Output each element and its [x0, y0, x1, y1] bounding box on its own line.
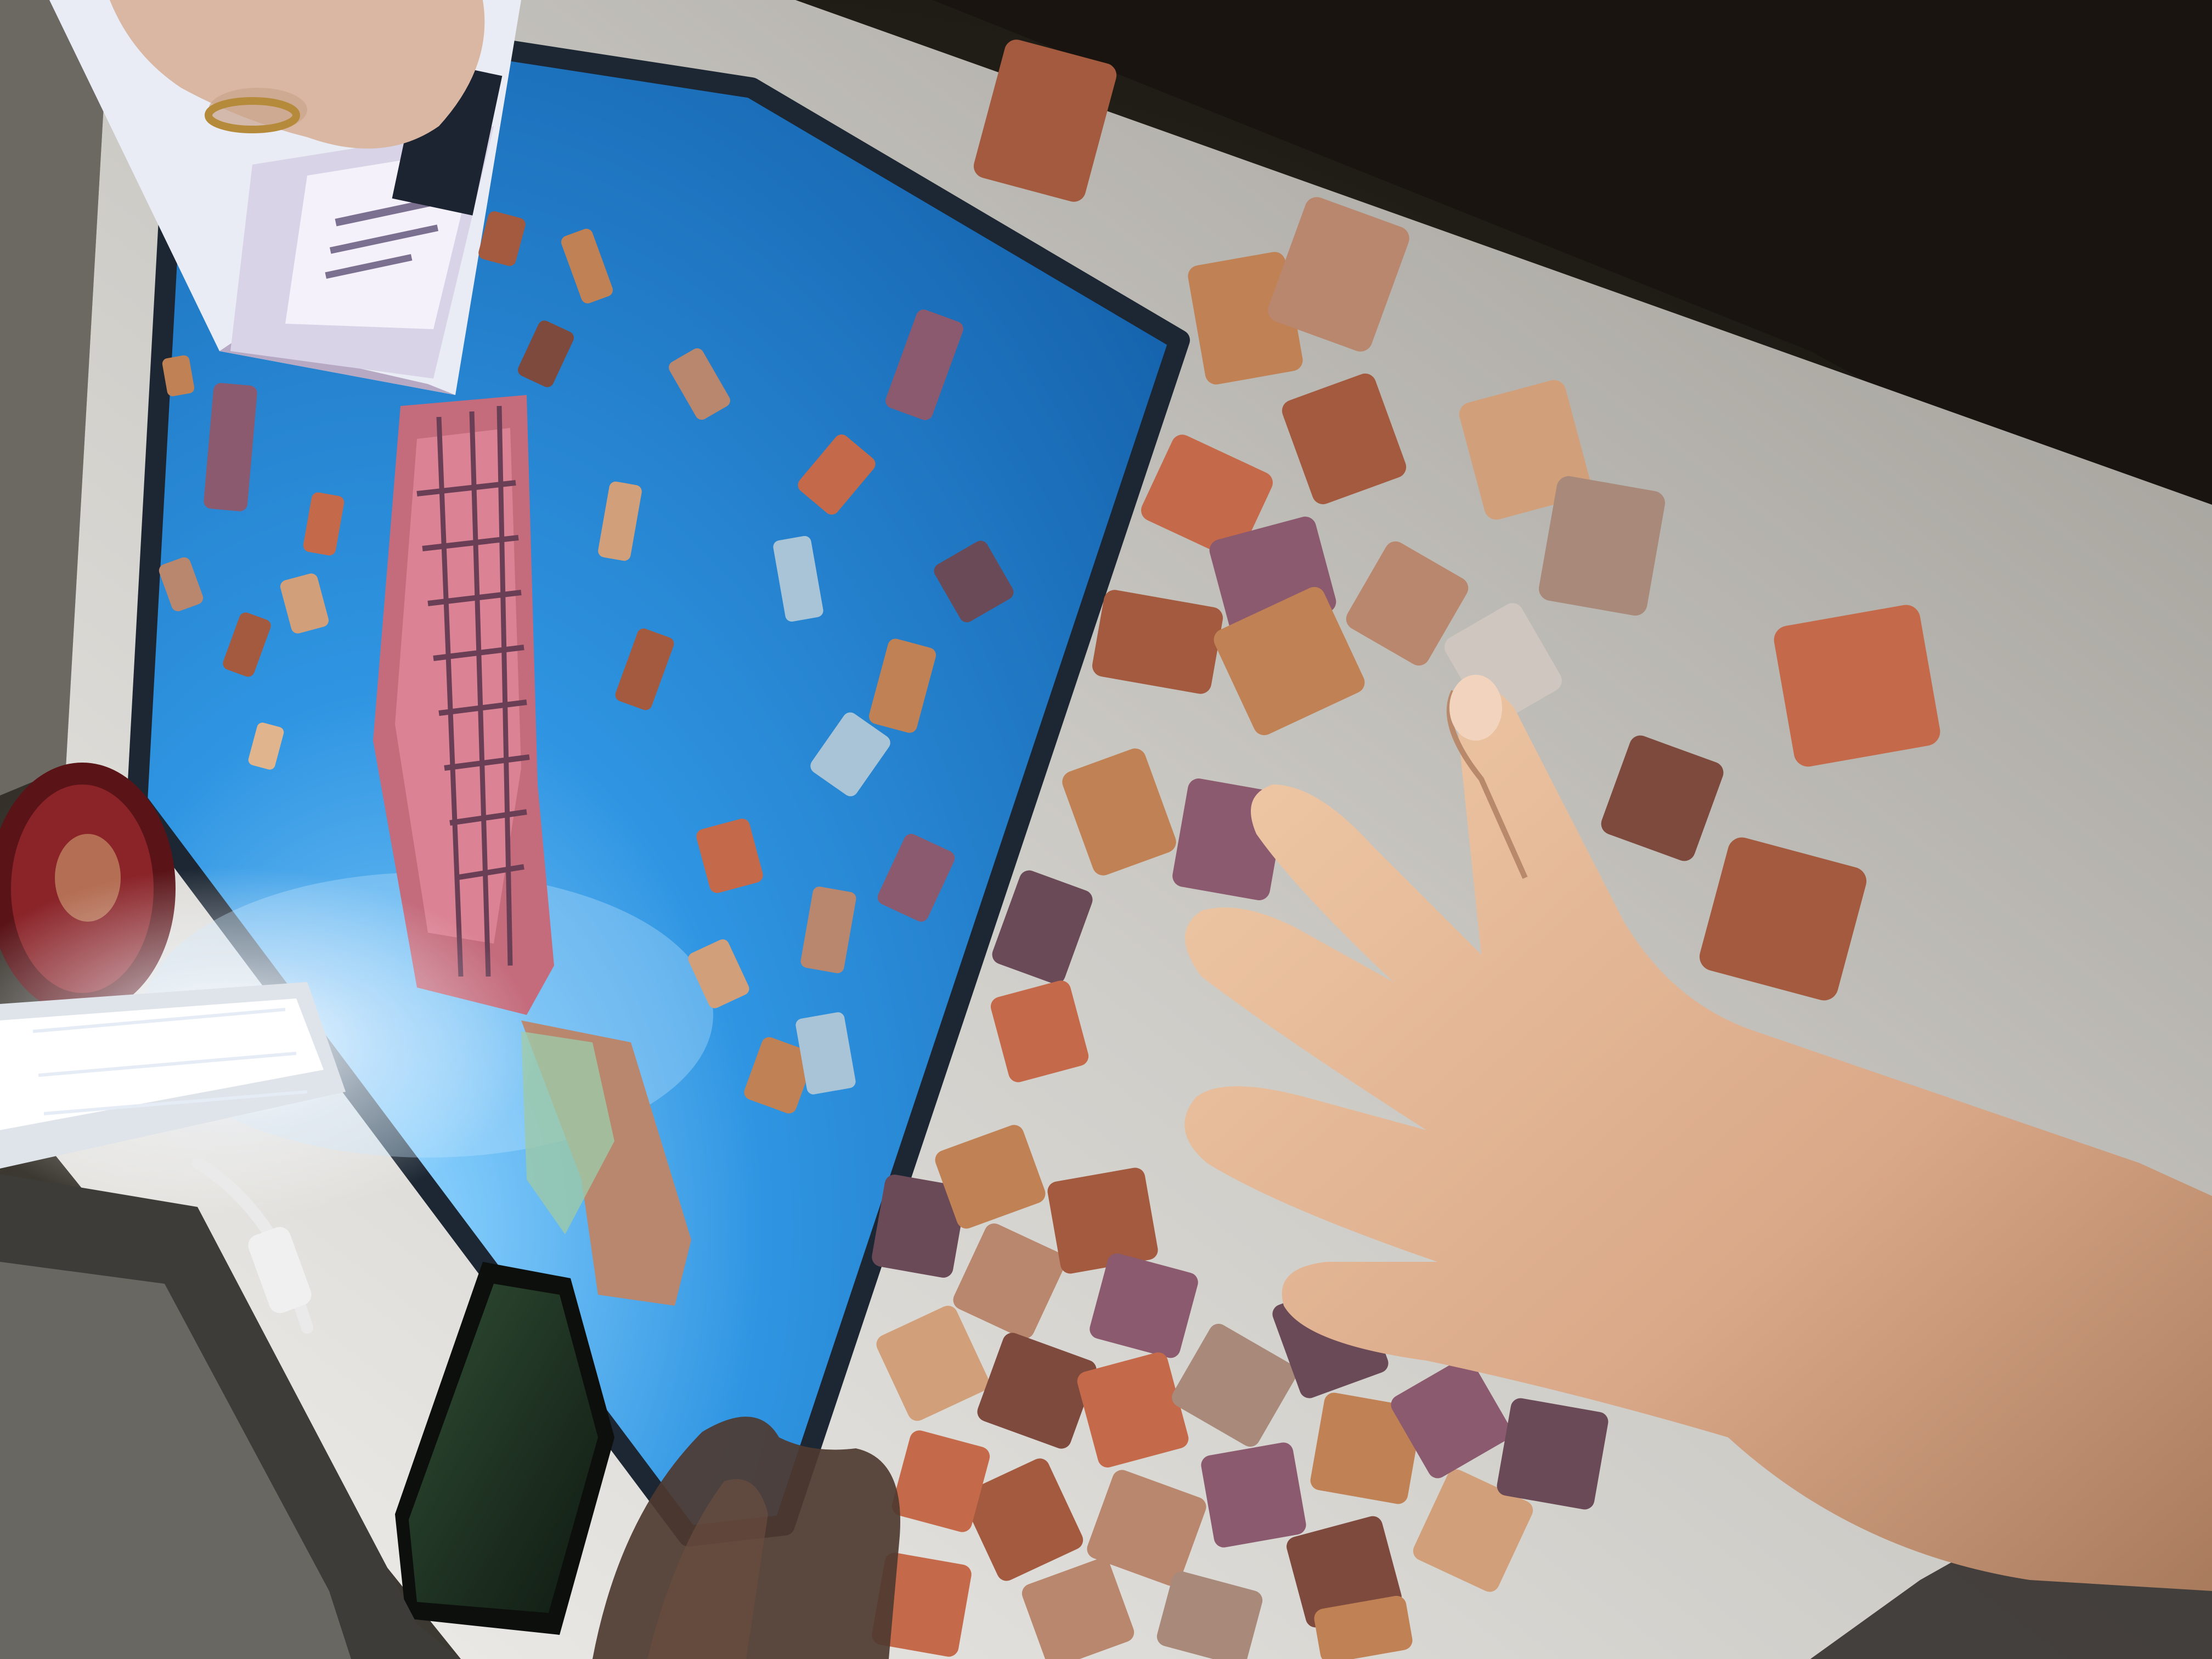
- thumbnail: [1449, 675, 1502, 741]
- photo-scene: [0, 0, 2212, 1659]
- puzzle-table-photo: [0, 0, 2212, 1659]
